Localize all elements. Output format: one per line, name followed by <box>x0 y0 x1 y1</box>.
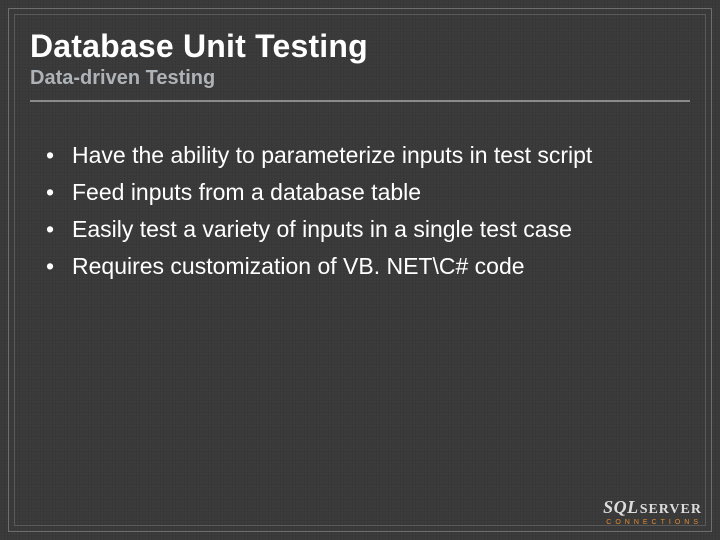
logo-server-text: SERVER <box>640 502 702 517</box>
slide: Database Unit Testing Data-driven Testin… <box>0 0 720 540</box>
slide-title: Database Unit Testing <box>30 28 690 65</box>
bullet-item: Feed inputs from a database table <box>46 177 690 208</box>
title-divider <box>30 100 690 102</box>
footer-logo: SQLSERVER CONNECTIONS <box>603 498 702 526</box>
bullet-item: Have the ability to parameterize inputs … <box>46 140 690 171</box>
logo-sub-text: CONNECTIONS <box>603 519 702 526</box>
bullet-list: Have the ability to parameterize inputs … <box>46 140 690 282</box>
slide-subtitle: Data-driven Testing <box>30 67 690 90</box>
slide-content: Database Unit Testing Data-driven Testin… <box>30 22 690 518</box>
bullet-item: Easily test a variety of inputs in a sin… <box>46 214 690 245</box>
logo-main: SQLSERVER <box>603 498 702 517</box>
bullet-item: Requires customization of VB. NET\C# cod… <box>46 251 690 282</box>
logo-sql-text: SQL <box>603 497 639 517</box>
